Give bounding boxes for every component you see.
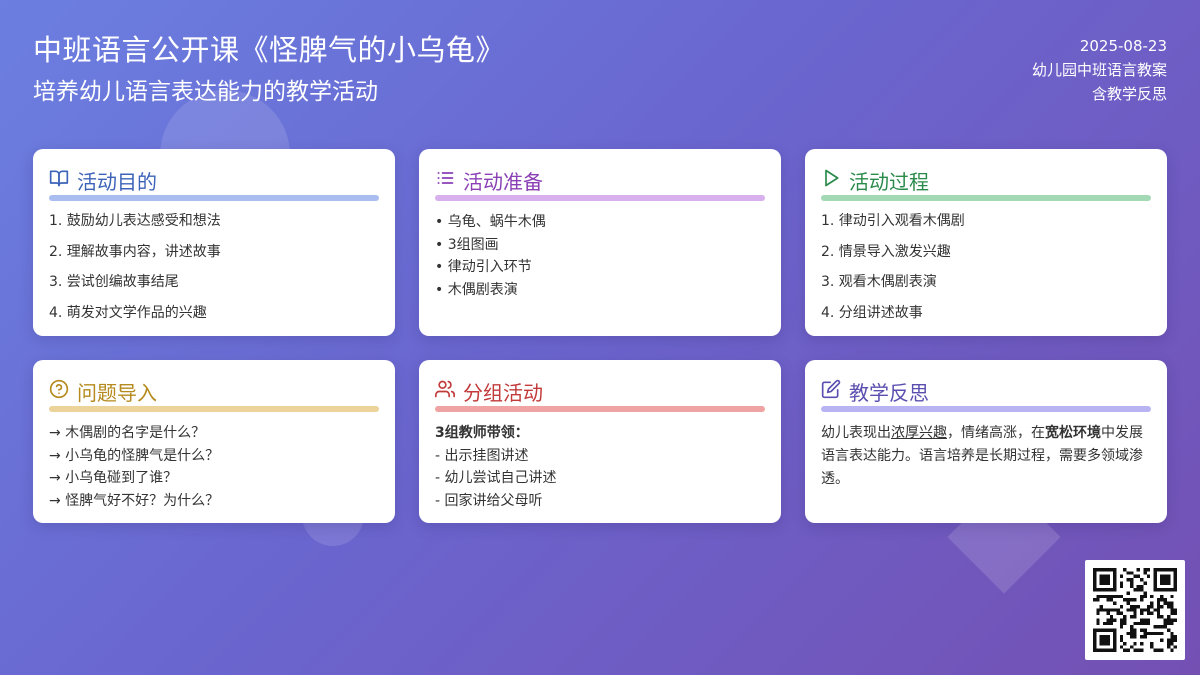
card-title: 分组活动 [463, 380, 543, 405]
list-item: • 律动引入环节 [435, 259, 532, 275]
card-divider [435, 195, 765, 201]
reflection-segment: ，情绪高涨，在 [947, 425, 1045, 441]
meta-note: 含教学反思 [1091, 85, 1167, 103]
list-item: - 出示挂图讲述 [435, 447, 529, 464]
list-item: • 3组图画 [435, 236, 499, 253]
list-item: • 木偶剧表演 [435, 281, 518, 298]
list-item: - 幼儿尝试自己讲述 [435, 470, 557, 486]
card-activity-prep: 活动准备 • 乌龟、蜗牛木偶 • 3组图画 • 律动引入环节 • 木偶剧表演 [419, 149, 781, 336]
list-item: → 怪脾气好不好？为什么？ [49, 492, 220, 509]
list-item: 1. 鼓励幼儿表达感受和想法 [49, 213, 221, 229]
list-item: → 木偶剧的名字是什么？ [49, 425, 206, 441]
card-teaching-reflection: 教学反思 幼儿表现出浓厚兴趣，情绪高涨，在宽松环境中发展语言表达能力。语言培养是… [805, 360, 1167, 523]
card-title: 活动过程 [849, 169, 929, 194]
list-item: → 小乌龟的怪脾气是什么？ [49, 447, 220, 464]
list-item: • 乌龟、蜗牛木偶 [435, 214, 546, 230]
card-title: 问题导入 [77, 380, 157, 405]
list-item: 4. 萌发对文学作品的兴趣 [49, 305, 207, 322]
card-title: 活动准备 [463, 169, 543, 194]
card-title: 教学反思 [849, 380, 929, 405]
page-meta: 2025-08-23 幼儿园中班语言教案 含教学反思 [1032, 34, 1167, 106]
question-circle-icon [49, 379, 77, 403]
list-icon [435, 168, 463, 192]
card-divider [49, 406, 379, 412]
reflection-segment: 幼儿表现出 [821, 425, 891, 441]
card-divider [821, 406, 1151, 412]
reflection-bold: 宽松环境 [1045, 425, 1101, 441]
group-lead-text: 3组教师带领： [435, 425, 529, 441]
reflection-text: 幼儿表现出浓厚兴趣，情绪高涨，在宽松环境中发展语言表达能力。语言培养是长期过程，… [821, 422, 1151, 491]
list-item: 4. 分组讲述故事 [821, 305, 923, 322]
list-item: 3. 观看木偶剧表演 [821, 274, 937, 291]
reflection-underlined: 浓厚兴趣 [891, 425, 947, 441]
card-divider [435, 406, 765, 412]
list-item: - 回家讲给父母听 [435, 492, 543, 509]
card-group-activity: 分组活动 3组教师带领： - 出示挂图讲述 - 幼儿尝试自己讲述 - 回家讲给父… [419, 360, 781, 523]
play-icon [821, 168, 849, 192]
meta-category: 幼儿园中班语言教案 [1031, 61, 1167, 79]
list-item: 3. 尝试创编故事结尾 [49, 274, 179, 291]
card-activity-goal: 活动目的 1. 鼓励幼儿表达感受和想法 2. 理解故事内容，讲述故事 3. 尝试… [33, 149, 395, 336]
list-item: 1. 律动引入观看木偶剧 [821, 213, 965, 229]
card-divider [49, 195, 379, 201]
card-question-intro: 问题导入 → 木偶剧的名字是什么？ → 小乌龟的怪脾气是什么？ → 小乌龟碰到了… [33, 360, 395, 523]
list-item: → 小乌龟碰到了谁？ [49, 470, 178, 486]
book-open-icon [49, 168, 77, 192]
list-item: 2. 情景导入激发兴趣 [821, 243, 951, 260]
card-activity-process: 活动过程 1. 律动引入观看木偶剧 2. 情景导入激发兴趣 3. 观看木偶剧表演… [805, 149, 1167, 336]
qr-code-icon[interactable] [1085, 560, 1185, 660]
card-divider [821, 195, 1151, 201]
page-header: 中班语言公开课《怪脾气的小乌龟》 培养幼儿语言表达能力的教学活动 [33, 30, 505, 110]
list-item: 2. 理解故事内容，讲述故事 [49, 243, 221, 260]
page-title: 中班语言公开课《怪脾气的小乌龟》 [33, 33, 506, 67]
date-label: 2025-08-23 [1079, 37, 1167, 55]
users-icon [435, 379, 463, 403]
page-subtitle: 培养幼儿语言表达能力的教学活动 [33, 79, 378, 105]
edit-icon [821, 379, 849, 403]
card-title: 活动目的 [77, 169, 157, 194]
